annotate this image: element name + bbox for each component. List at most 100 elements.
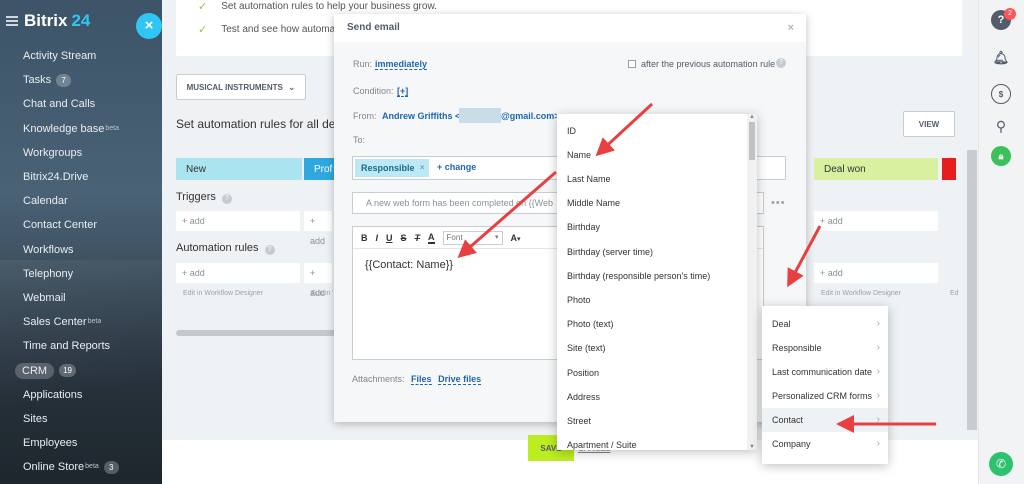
chevron-down-icon: ⌄ bbox=[287, 81, 296, 92]
add-rule-slot[interactable]: + add bbox=[176, 263, 300, 283]
clear-format-button[interactable]: T bbox=[415, 233, 421, 243]
category-dropdown-button[interactable]: MUSICAL INSTRUMENTS ⌄ bbox=[176, 74, 306, 100]
after-previous-checkbox[interactable] bbox=[628, 60, 636, 68]
category-company[interactable]: Company › bbox=[762, 432, 888, 456]
field-selector-list: ID Name Last Name Middle Name Birthday B… bbox=[557, 114, 757, 450]
field-option[interactable]: Street bbox=[567, 416, 591, 426]
run-value-link[interactable]: immediately bbox=[375, 59, 428, 70]
field-option[interactable]: Birthday bbox=[567, 222, 600, 232]
sidebar-item-crm[interactable]: CRM 19 bbox=[15, 358, 162, 382]
sidebar-item-knowledge-base[interactable]: Knowledge base beta bbox=[23, 117, 162, 141]
field-option[interactable]: Site (text) bbox=[567, 343, 606, 353]
menu-icon[interactable] bbox=[6, 14, 18, 28]
change-recipient-link[interactable]: + change bbox=[437, 162, 476, 172]
sidebar-item-webmail[interactable]: Webmail bbox=[23, 286, 162, 310]
field-option[interactable]: ID bbox=[567, 126, 576, 136]
sidebar-item-applications[interactable]: Applications bbox=[23, 383, 162, 407]
category-deal[interactable]: Deal › bbox=[762, 312, 888, 336]
stage-deal-won[interactable]: Deal won bbox=[814, 158, 938, 180]
sidebar-item-calendar[interactable]: Calendar bbox=[23, 189, 162, 213]
add-trigger-slot[interactable]: + add bbox=[814, 211, 938, 231]
sidebar-item-chat[interactable]: Chat and Calls bbox=[23, 92, 162, 116]
field-option[interactable]: Address bbox=[567, 392, 600, 402]
field-option[interactable]: Birthday (server time) bbox=[567, 247, 653, 257]
field-option[interactable]: Photo bbox=[567, 295, 591, 305]
vertical-scrollbar[interactable] bbox=[967, 150, 977, 430]
underline-button[interactable]: U bbox=[386, 233, 393, 243]
category-personalized-forms[interactable]: Personalized CRM forms › bbox=[762, 384, 888, 408]
chevron-down-icon: ▾ bbox=[495, 233, 499, 241]
files-link[interactable]: Files bbox=[411, 374, 432, 385]
field-option[interactable]: Middle Name bbox=[567, 198, 620, 208]
italic-button[interactable]: I bbox=[376, 233, 379, 243]
sidebar-item-online-store[interactable]: Online Store beta 3 bbox=[23, 455, 162, 479]
category-contact[interactable]: Contact › bbox=[762, 408, 888, 432]
crm-badge: 19 bbox=[59, 364, 76, 378]
category-responsible[interactable]: Responsible › bbox=[762, 336, 888, 360]
add-condition-link[interactable]: [+] bbox=[397, 86, 409, 97]
add-trigger-slot[interactable]: + add bbox=[304, 211, 332, 246]
currency-icon[interactable]: $ bbox=[991, 84, 1011, 104]
edit-designer-link[interactable]: Edit in Workflow Designer bbox=[821, 290, 901, 297]
help-icon[interactable]: ? bbox=[221, 194, 232, 204]
font-select[interactable]: Font ▾ bbox=[442, 230, 503, 245]
strikethrough-button[interactable]: S bbox=[401, 233, 407, 243]
sidebar-item-sites[interactable]: Sites bbox=[23, 407, 162, 431]
list-scrollbar[interactable]: ▲ ▼ bbox=[747, 114, 757, 450]
sidebar-item-workgroups[interactable]: Workgroups bbox=[23, 141, 162, 165]
scroll-up-icon[interactable]: ▲ bbox=[749, 114, 755, 120]
close-slider-button[interactable]: × bbox=[136, 13, 162, 39]
logo[interactable]: Bitrix 24 bbox=[6, 10, 90, 32]
text-color-button[interactable]: A bbox=[428, 232, 435, 244]
field-option[interactable]: Last Name bbox=[567, 174, 611, 184]
add-rule-slot[interactable]: + add bbox=[304, 263, 332, 298]
to-label: To: bbox=[353, 135, 366, 145]
check-icon: ✓ bbox=[198, 24, 208, 36]
more-icon[interactable]: ••• bbox=[771, 197, 786, 209]
scroll-down-icon[interactable]: ▼ bbox=[749, 444, 755, 450]
field-option[interactable]: Position bbox=[567, 368, 599, 378]
field-option[interactable]: Apartment / Suite bbox=[567, 440, 637, 450]
bell-icon[interactable]: 🔔︎ bbox=[991, 48, 1011, 68]
help-icon[interactable]: ? bbox=[264, 245, 275, 255]
add-trigger-slot[interactable]: + add bbox=[176, 211, 300, 231]
lock-icon[interactable]: 🔒︎ bbox=[991, 146, 1011, 166]
horizontal-scrollbar[interactable] bbox=[176, 330, 336, 336]
sidebar-item-employees[interactable]: Employees bbox=[23, 431, 162, 455]
field-option[interactable]: Photo (text) bbox=[567, 319, 614, 329]
phone-icon[interactable]: ✆ bbox=[989, 452, 1013, 476]
close-icon[interactable]: × bbox=[788, 14, 794, 42]
help-icon[interactable]: ? bbox=[776, 58, 786, 68]
recipient-chip[interactable]: Responsible × bbox=[355, 159, 429, 177]
logo-text: Bitrix bbox=[24, 11, 68, 30]
edit-designer-link[interactable]: Ed bbox=[950, 290, 959, 297]
stage-new[interactable]: New bbox=[176, 158, 302, 180]
field-option[interactable]: Name bbox=[567, 150, 591, 160]
stage-prof[interactable]: Prof bbox=[304, 158, 334, 180]
view-button[interactable]: VIEW bbox=[903, 111, 955, 137]
edit-designer-link[interactable]: Edit in Workflow Designer bbox=[183, 290, 263, 297]
edit-designer-link[interactable]: Edit in Workflow bbox=[311, 290, 333, 297]
sidebar-item-activity-stream[interactable]: Activity Stream bbox=[23, 44, 162, 68]
sidebar-item-time-reports[interactable]: Time and Reports bbox=[23, 334, 162, 358]
field-option[interactable]: Birthday (responsible person's time) bbox=[567, 271, 710, 281]
from-domain[interactable]: @gmail.com> bbox=[501, 111, 560, 121]
sidebar-item-drive[interactable]: Bitrix24.Drive bbox=[23, 165, 162, 189]
font-size-button[interactable]: A▾ bbox=[511, 233, 521, 243]
sidebar-item-contact-center[interactable]: Contact Center bbox=[23, 213, 162, 237]
sidebar-item-workflows[interactable]: Workflows bbox=[23, 238, 162, 262]
from-name[interactable]: Andrew Griffiths < bbox=[382, 111, 460, 121]
sidebar-item-tasks[interactable]: Tasks 7 bbox=[23, 68, 162, 92]
dialog-title: Send email bbox=[347, 22, 400, 33]
category-last-communication[interactable]: Last communication date › bbox=[762, 360, 888, 384]
sidebar-item-telephony[interactable]: Telephony bbox=[23, 262, 162, 286]
stage-deal-lost[interactable] bbox=[942, 158, 956, 180]
scroll-thumb[interactable] bbox=[749, 122, 755, 160]
search-icon[interactable]: ⚲ bbox=[991, 116, 1011, 136]
add-rule-slot[interactable]: + add bbox=[814, 263, 938, 283]
sidebar-item-sales-center[interactable]: Sales Center beta bbox=[23, 310, 162, 334]
bold-button[interactable]: B bbox=[361, 233, 368, 243]
drive-files-link[interactable]: Drive files bbox=[438, 374, 482, 385]
remove-icon[interactable]: × bbox=[420, 159, 425, 177]
automation-rules-heading: Automation rules? bbox=[176, 242, 275, 255]
